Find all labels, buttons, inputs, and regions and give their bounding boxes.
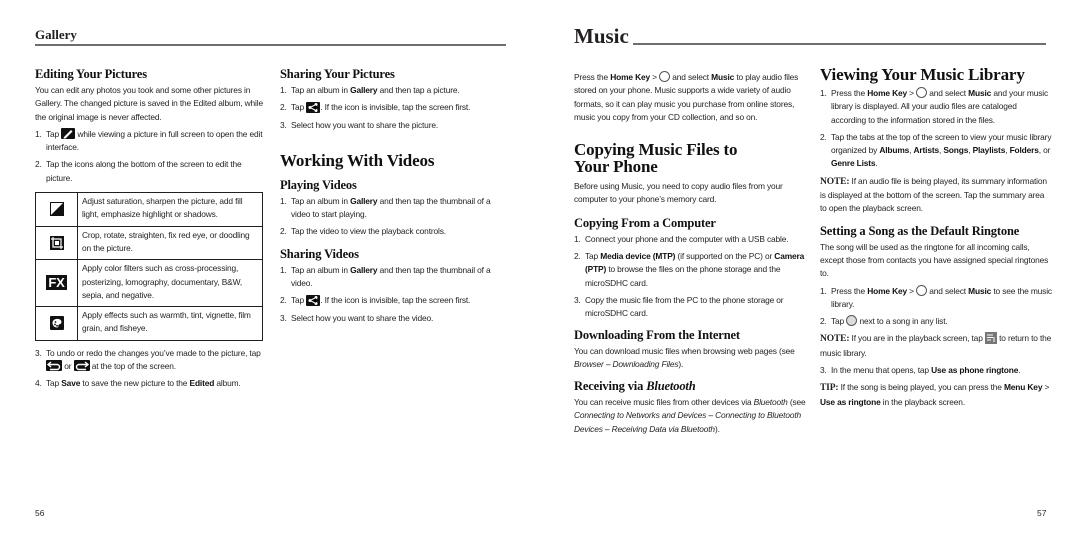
tool-icon-cell: FX — [35, 259, 78, 308]
crop-icon — [49, 235, 64, 250]
library-note: NOTE: If an audio file is being played, … — [820, 175, 1047, 214]
ringtone-step-3: 3. In the menu that opens, tap Use as ph… — [820, 365, 1021, 376]
bluetooth-reference-link[interactable]: Connecting to Networks and Devices – Con… — [574, 410, 801, 433]
browser-downloading-link[interactable]: Browser – Downloading Files — [574, 359, 679, 369]
edit-tools-table: Adjust saturation, sharpen the picture, … — [35, 192, 263, 341]
tool-description: Apply effects such as warmth, tint, vign… — [77, 306, 263, 341]
editing-steps: 1. Tap while viewing a picture in full s… — [35, 128, 265, 185]
ringtone-step-2: 2. Tap next to a song in any list. — [820, 315, 948, 327]
tab-genre-lists: Genre Lists — [831, 158, 876, 169]
music-intro: Press the Home Key > and select Music to… — [574, 71, 799, 122]
apps-grid-icon — [916, 87, 928, 99]
right-page: Music Press the Home Key > and select Mu… — [540, 0, 1080, 539]
editing-intro: You can edit any photos you took and som… — [35, 85, 263, 122]
editing-step-4: 4. Tap Save to save the new picture to t… — [35, 378, 241, 389]
music-library-column: Viewing Your Music Library 1. Press the … — [820, 66, 1052, 413]
header-rule — [633, 43, 1046, 45]
heading-setting-ringtone: Setting a Song as the Default Ringtone — [820, 223, 1020, 238]
tool-icon-cell — [35, 192, 78, 227]
ringtone-step-1: 1. Press the Home Key > and select Music… — [820, 284, 1052, 309]
sharing-pictures-step-2: 2. Tap . If the icon is invisible, tap t… — [280, 101, 471, 113]
apps-grid-icon — [659, 71, 671, 83]
heading-copying-from-computer: Copying From a Computer — [574, 215, 716, 230]
heading-sharing-pictures: Sharing Your Pictures — [280, 67, 395, 81]
tab-playlists: Playlists — [972, 145, 1006, 156]
playing-videos-step-2: 2. Tap the video to view the playback con… — [280, 226, 446, 237]
heading-viewing-music-library: Viewing Your Music Library — [820, 65, 1025, 84]
tool-icon-cell — [35, 225, 78, 261]
ringtone-note: NOTE: If you are in the playback screen,… — [820, 332, 1052, 358]
copying-steps: 1. Connect your phone and the computer wi… — [574, 233, 806, 321]
header-rule — [35, 44, 506, 46]
fx-icon: FX — [46, 275, 67, 291]
page-number-left: 56 — [35, 508, 45, 518]
sharing-videos-column: Sharing Your Pictures 1. Tap an album in… — [280, 67, 510, 329]
share-icon — [306, 294, 321, 306]
playing-videos-step-1: 1. Tap an album in Gallery and then tap … — [280, 195, 491, 220]
sharing-pictures-step-1: 1. Tap an album in Gallery and then tap … — [280, 85, 460, 95]
left-page: Gallery Editing Your Pictures You can ed… — [0, 0, 540, 539]
tab-artists: Artists — [913, 145, 940, 156]
sharing-videos-step-3: 3. Select how you want to share the video… — [280, 312, 434, 323]
copying-step-3: 3. Copy the music file from the PC to the… — [574, 294, 784, 319]
ringtone-tip: TIP: If the song is being played, you ca… — [820, 382, 1050, 407]
playing-videos-steps: 1. Tap an album in Gallery and then tap … — [280, 195, 510, 239]
song-options-icon — [846, 315, 858, 327]
running-head-gallery: Gallery — [35, 27, 77, 42]
sharing-pictures-steps: 1. Tap an album in Gallery and then tap … — [280, 84, 510, 132]
ringtone-intro: The song will be used as the ringtone fo… — [820, 241, 1049, 279]
ringtone-steps-continued: 3. In the menu that opens, tap Use as ph… — [820, 364, 1052, 377]
share-icon — [306, 101, 321, 113]
sharing-videos-step-2: 2. Tap . If the icon is invisible, tap t… — [280, 294, 471, 306]
pencil-edit-icon — [61, 128, 76, 140]
copying-step-2: 2. Tap Media device (MTP) (if supported … — [574, 251, 805, 288]
heading-working-with-videos: Working With Videos — [280, 150, 435, 170]
table-row: Adjust saturation, sharpen the picture, … — [35, 192, 263, 227]
apps-grid-icon — [916, 284, 928, 296]
tool-icon-cell — [35, 306, 78, 341]
page-number-right: 57 — [1037, 508, 1047, 518]
table-row: Crop, rotate, straighten, fix red eye, o… — [35, 225, 263, 261]
copying-step-1: 1. Connect your phone and the computer wi… — [574, 233, 789, 244]
copying-intro: Before using Music, you need to copy aud… — [574, 181, 783, 205]
editing-section: Editing Your Pictures You can edit any p… — [35, 67, 265, 395]
library-steps: 1. Press the Home Key > and select Music… — [820, 87, 1052, 171]
sharing-videos-steps: 1. Tap an album in Gallery and then tap … — [280, 264, 510, 325]
heading-downloading-internet: Downloading From the Internet — [574, 327, 740, 342]
redo-icon — [73, 360, 90, 372]
sharing-pictures-step-3: 3. Select how you want to share the pictu… — [280, 119, 439, 130]
editing-step-2: 2. Tap the icons along the bottom of the … — [35, 159, 242, 183]
editing-step-3: 3. To undo or redo the changes you’ve ma… — [35, 347, 261, 372]
tab-songs: Songs — [943, 145, 969, 156]
undo-icon — [46, 360, 62, 372]
heading-editing: Editing Your Pictures — [35, 67, 147, 81]
running-head-music: Music — [574, 24, 629, 48]
adjust-exposure-icon — [49, 202, 64, 217]
editing-steps-continued: 3. To undo or redo the changes you’ve ma… — [35, 347, 265, 391]
ringtone-steps: 1. Press the Home Key > and select Music… — [820, 284, 1052, 329]
music-intro-column: Press the Home Key > and select Music to… — [574, 71, 806, 440]
table-row: FX Apply color filters such as cross-pro… — [35, 259, 263, 308]
library-step-2: 2. Tap the tabs at the top of the screen… — [820, 131, 1052, 169]
heading-playing-videos: Playing Videos — [280, 177, 357, 192]
library-step-1: 1. Press the Home Key > and select Music… — [820, 87, 1049, 125]
editing-step-1: 1. Tap while viewing a picture in full s… — [35, 128, 263, 153]
heading-copying-music-files: Copying Music Files to Your Phone — [574, 140, 738, 177]
music-library-icon — [984, 332, 997, 345]
tab-folders: Folders — [1009, 145, 1039, 156]
palette-effects-icon — [49, 316, 64, 331]
tool-description: Apply color filters such as cross-proces… — [77, 259, 263, 308]
table-row: Apply effects such as warmth, tint, vign… — [35, 306, 263, 341]
sharing-videos-step-1: 1. Tap an album in Gallery and then tap … — [280, 264, 491, 289]
heading-receiving-bluetooth: Receiving via Bluetooth — [574, 379, 696, 394]
bluetooth-text: You can receive music files from other d… — [574, 397, 806, 434]
tool-description: Crop, rotate, straighten, fix red eye, o… — [77, 225, 263, 261]
tab-albums: Albums — [879, 145, 910, 156]
heading-sharing-videos: Sharing Videos — [280, 246, 359, 261]
downloading-text: You can download music files when browsi… — [574, 345, 795, 369]
tool-description: Adjust saturation, sharpen the picture, … — [77, 192, 263, 227]
